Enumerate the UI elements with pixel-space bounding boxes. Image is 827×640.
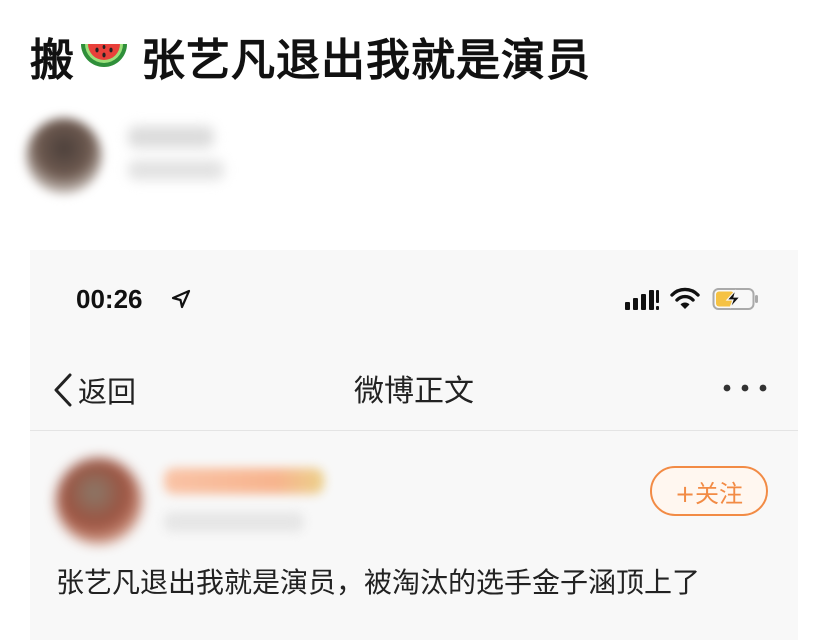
nav-title: 微博正文 [354, 374, 474, 409]
poster-name-redacted [128, 126, 214, 148]
author-avatar[interactable] [56, 458, 142, 544]
weibo-post-text: 张艺凡退出我就是演员，被淘汰的选手金子涵顶上了 [56, 566, 701, 599]
author-name-redacted[interactable] [164, 468, 324, 494]
embedded-screenshot: 00:26 返回 微博正文 +关注 张艺凡退出我就是演员，被淘汰的选手金子涵顶上… [30, 250, 798, 640]
author-row: +关注 [30, 446, 798, 556]
post-title-prefix: 搬 [30, 35, 75, 86]
post-title: 搬 张艺凡退出我就是演员 [30, 24, 591, 88]
battery-charging-icon [712, 288, 758, 310]
post-title-text: 张艺凡退出我就是演员 [141, 35, 591, 86]
wifi-icon [670, 287, 700, 309]
location-arrow-icon [171, 289, 191, 309]
more-dots-icon[interactable] [720, 378, 770, 398]
follow-button[interactable]: +关注 [650, 466, 768, 516]
status-bar: 00:26 [30, 274, 798, 328]
poster-header [20, 112, 224, 194]
author-meta-redacted [164, 512, 304, 532]
signal-bars-icon [625, 290, 659, 310]
nav-bar: 返回 微博正文 [30, 348, 798, 431]
status-time: 00:26 [76, 284, 143, 314]
poster-avatar[interactable] [26, 118, 102, 194]
poster-meta-redacted [128, 160, 224, 180]
watermelon-icon [81, 44, 127, 67]
